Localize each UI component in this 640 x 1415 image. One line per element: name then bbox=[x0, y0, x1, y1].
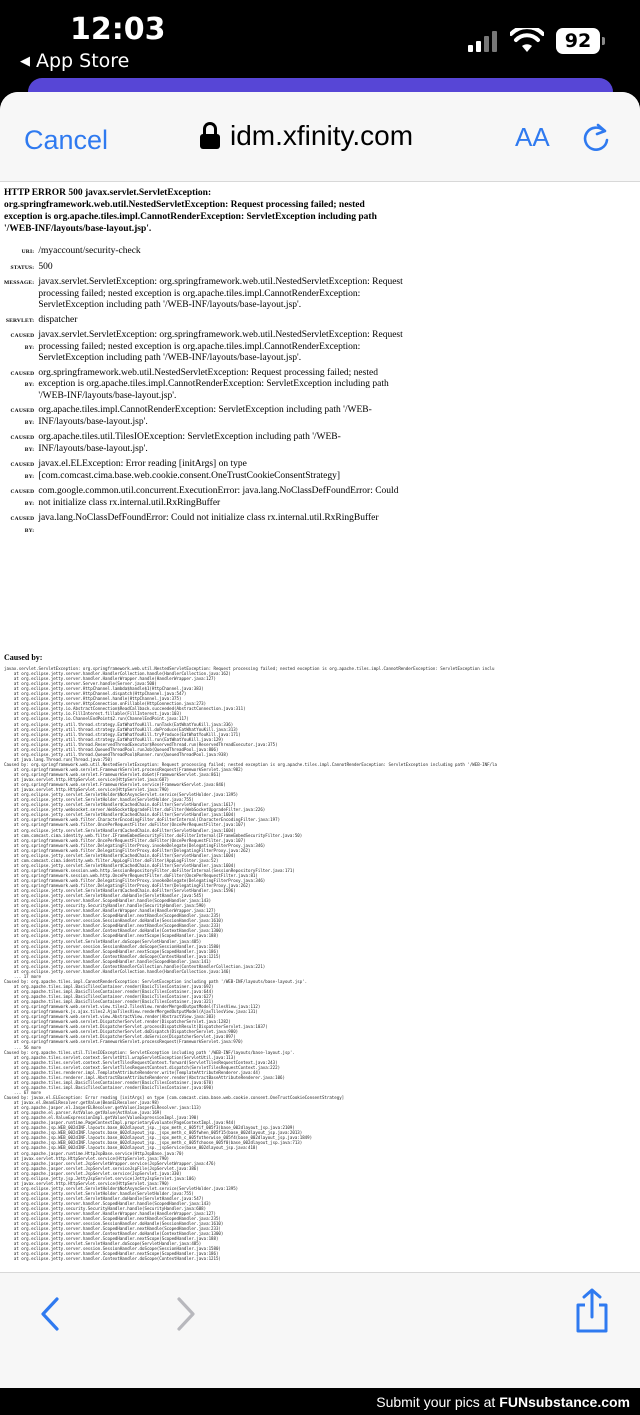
detail-label: CAUSED BY: bbox=[10, 462, 35, 480]
forward-chevron-icon[interactable] bbox=[174, 1296, 198, 1332]
detail-value: com.google.common.util.concurrent.Execut… bbox=[38, 486, 399, 508]
safari-view-sheet: Cancel idm.xfinity.com AA HTTP ERROR 500… bbox=[0, 92, 640, 1388]
detail-row: CAUSED BY: org.apache.tiles.impl.CannotRe… bbox=[4, 404, 404, 431]
cancel-button[interactable]: Cancel bbox=[24, 125, 108, 156]
error-heading: HTTP ERROR 500 javax.servlet.ServletExce… bbox=[4, 188, 377, 234]
detail-row: URI:/myaccount/security-check bbox=[4, 245, 404, 261]
caused-by-heading: Caused by: bbox=[4, 653, 43, 662]
detail-value: org.apache.tiles.impl.CannotRenderExcept… bbox=[38, 405, 372, 427]
detail-value: 500 bbox=[38, 261, 53, 272]
detail-label: STATUS: bbox=[10, 264, 35, 271]
battery-icon: 92 bbox=[556, 28, 605, 54]
clock: 12:03 bbox=[70, 12, 166, 47]
lock-icon bbox=[200, 122, 220, 150]
detail-value: org.apache.tiles.util.TilesIOException: … bbox=[38, 432, 341, 454]
cellular-signal-icon bbox=[468, 30, 498, 52]
back-to-app-button[interactable]: ◀ App Store bbox=[20, 50, 129, 72]
wifi-icon bbox=[510, 28, 544, 52]
detail-row: CAUSED BY: org.apache.tiles.util.TilesIOE… bbox=[4, 431, 404, 458]
detail-row: SERVLET: dispatcher bbox=[4, 314, 404, 330]
error-details-table: URI:/myaccount/security-check STATUS: 500 M… bbox=[4, 245, 404, 539]
detail-value: javax.servlet.ServletException: org.spri… bbox=[38, 330, 403, 363]
watermark-bar: Submit your pics at FUNsubstance.com bbox=[0, 1388, 640, 1415]
back-app-label: App Store bbox=[36, 50, 130, 72]
detail-value: javax.servlet.ServletException: org.spri… bbox=[38, 277, 403, 310]
watermark-prefix: Submit your pics at bbox=[376, 1393, 496, 1410]
address-bar[interactable]: idm.xfinity.com bbox=[200, 120, 413, 152]
detail-row: CAUSED BY: javax.el.ELException: Error re… bbox=[4, 458, 404, 485]
detail-value: javax.el.ELException: Error reading [ini… bbox=[38, 459, 341, 481]
url-text: idm.xfinity.com bbox=[230, 120, 414, 151]
detail-row: CAUSED BY: java.lang.NoClassDefFoundError… bbox=[4, 512, 404, 539]
detail-label: CAUSED BY: bbox=[10, 489, 35, 507]
web-page-content[interactable]: HTTP ERROR 500 javax.servlet.ServletExce… bbox=[0, 183, 640, 1273]
detail-label: CAUSED BY: bbox=[10, 408, 35, 426]
detail-label: MESSAGE: bbox=[4, 280, 35, 286]
detail-row: CAUSED BY: com.google.common.util.concurr… bbox=[4, 485, 404, 512]
status-bar: 12:03 ◀ App Store 92 bbox=[0, 0, 640, 78]
detail-value: /myaccount/security-check bbox=[38, 246, 141, 256]
watermark-brand: FUNsubstance.com bbox=[499, 1393, 630, 1410]
detail-label: CAUSED BY: bbox=[10, 333, 35, 351]
browser-toolbar bbox=[0, 1272, 640, 1388]
detail-row: STATUS: 500 bbox=[4, 261, 404, 277]
detail-value: org.springframework.web.util.NestedServl… bbox=[38, 367, 389, 401]
detail-row: CAUSED BY: javax.servlet.ServletException… bbox=[4, 329, 404, 367]
stack-trace: javax.servlet.ServletException: org.spri… bbox=[4, 666, 497, 1262]
detail-label: SERVLET: bbox=[5, 317, 35, 324]
reload-icon[interactable] bbox=[580, 122, 612, 154]
detail-label: CAUSED BY: bbox=[10, 370, 35, 389]
browser-nav-bar: Cancel idm.xfinity.com AA bbox=[0, 92, 640, 182]
back-triangle-icon: ◀ bbox=[20, 53, 30, 69]
back-chevron-icon[interactable] bbox=[38, 1296, 62, 1332]
detail-label: CAUSED BY: bbox=[10, 516, 35, 534]
detail-label: URI: bbox=[21, 249, 35, 255]
text-size-label: AA bbox=[515, 122, 550, 152]
text-size-button[interactable]: AA bbox=[515, 122, 550, 153]
detail-label: CAUSED BY: bbox=[10, 435, 35, 453]
detail-value: dispatcher bbox=[38, 314, 78, 325]
detail-row: MESSAGE: javax.servlet.ServletException: … bbox=[4, 276, 404, 314]
share-icon[interactable] bbox=[572, 1287, 612, 1335]
detail-value: java.lang.NoClassDefFoundError: Could no… bbox=[38, 513, 379, 523]
detail-row: CAUSED BY: org.springframework.web.util.N… bbox=[4, 367, 404, 405]
